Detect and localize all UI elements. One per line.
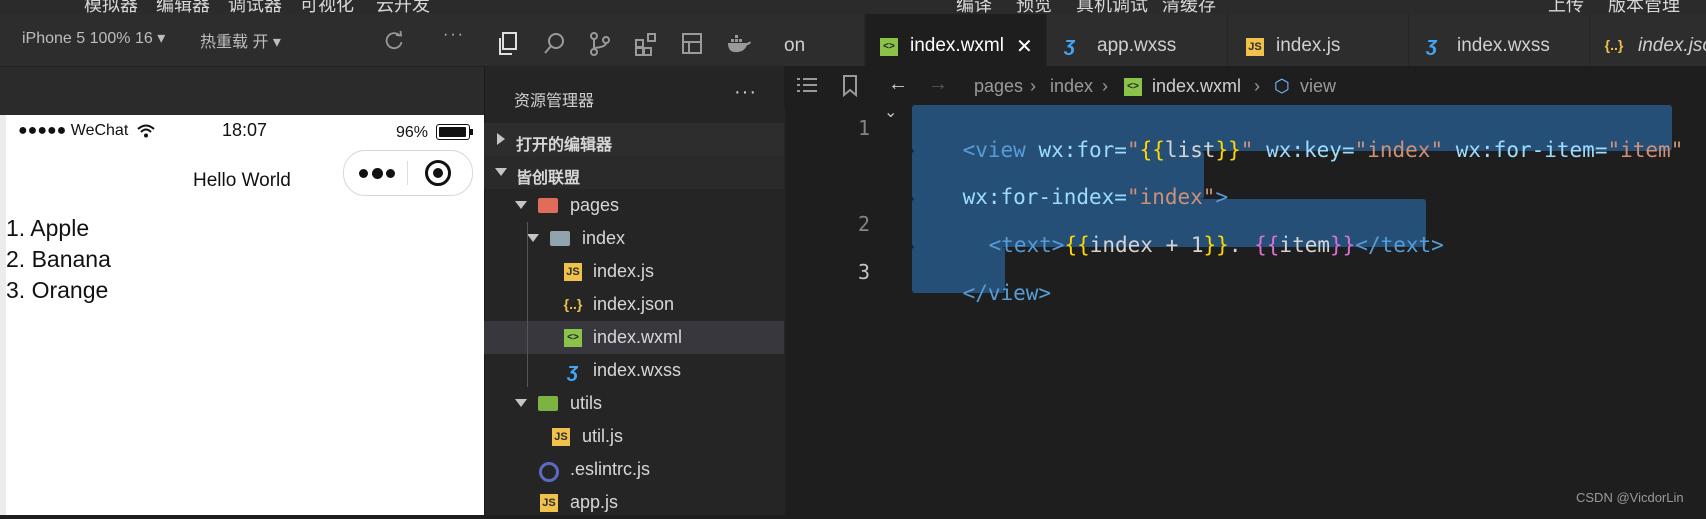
hot-reload-toggle[interactable]: 热重载 开 ▾	[200, 28, 281, 52]
tab-index-wxss[interactable]: ʒ index.wxss	[1409, 14, 1590, 66]
breadcrumb-index[interactable]: index	[1050, 76, 1093, 97]
tree-item-index-folder[interactable]: index	[484, 222, 784, 255]
eslint-file-icon	[539, 462, 559, 482]
signal-carrier: ●●●●● WeChat	[18, 122, 129, 139]
menu-debugger[interactable]: 调试器	[228, 0, 282, 14]
menu-compile[interactable]: 编译	[956, 0, 992, 14]
breadcrumb-pages[interactable]: pages	[974, 76, 1023, 97]
wxml-file-icon: <>	[880, 38, 898, 56]
css-file-icon: ʒ	[1064, 34, 1076, 56]
tab-index-wxml[interactable]: <> index.wxml ✕	[866, 14, 1047, 66]
tree-item-index-json[interactable]: {..} index.json	[484, 288, 784, 321]
layout-icon[interactable]	[680, 31, 704, 57]
status-time: 18:07	[222, 120, 268, 140]
extensions-icon[interactable]	[634, 31, 658, 57]
bookmark-icon[interactable]	[842, 75, 858, 97]
list-item: 2. Banana	[6, 246, 111, 272]
tree-item-utils[interactable]: utils	[484, 387, 784, 420]
forward-arrow-icon[interactable]: →	[928, 73, 948, 96]
phone-screen: ●●●●● WeChat 18:07 96% Hello World 1. Ap…	[6, 115, 484, 515]
explorer-title: 资源管理器	[514, 93, 595, 110]
activity-bar	[484, 14, 784, 66]
breadcrumb: ← → pages › index › <> index.wxml › ⬡ vi…	[784, 66, 1706, 108]
outline-list-icon[interactable]	[796, 77, 818, 95]
menu-version[interactable]: 版本管理	[1608, 0, 1680, 14]
explorer-more-icon[interactable]: ···	[734, 81, 757, 104]
css-file-icon: ʒ	[1426, 34, 1438, 56]
search-icon[interactable]	[542, 31, 566, 57]
json-file-icon: {..}	[1604, 37, 1624, 53]
simulator-toolbar: iPhone 5 100% 16 ▾ 热重载 开 ▾ ···	[0, 14, 484, 67]
section-open-editors[interactable]: 打开的编辑器	[484, 123, 784, 156]
folder-icon	[538, 198, 558, 213]
wxml-file-icon: <>	[1124, 78, 1142, 96]
tab-app-wxss[interactable]: ʒ app.wxss	[1047, 14, 1228, 66]
fold-chevron-icon[interactable]: ⌄	[884, 102, 897, 122]
nav-title: Hello World	[193, 170, 291, 191]
source-control-icon[interactable]	[588, 31, 612, 57]
menu-cloud[interactable]: 云开发	[376, 0, 430, 14]
explorer-files-icon[interactable]	[496, 31, 520, 57]
tree-item-index-js[interactable]: JS index.js	[484, 255, 784, 288]
css-file-icon: ʒ	[567, 360, 579, 382]
breadcrumb-symbol[interactable]: view	[1300, 76, 1336, 97]
battery-percent: 96%	[396, 124, 429, 141]
list-item: 3. Orange	[6, 277, 109, 303]
json-file-icon: {..}	[563, 296, 583, 312]
watermark: CSDN @VicdorLin	[1576, 490, 1684, 505]
breadcrumb-file[interactable]: index.wxml	[1152, 76, 1241, 97]
menu-preview[interactable]: 预览	[1016, 0, 1052, 14]
folder-icon	[538, 396, 558, 411]
tree-item-pages[interactable]: pages	[484, 189, 784, 222]
wifi-icon	[137, 124, 155, 138]
tree-item-util-js[interactable]: JS util.js	[484, 420, 784, 453]
menu-visual[interactable]: 可视化	[300, 0, 354, 14]
menu-editor[interactable]: 编辑器	[156, 0, 210, 14]
folder-icon	[550, 231, 570, 246]
more-icon[interactable]: ···	[443, 26, 465, 44]
line-number: 1	[858, 116, 871, 140]
tree-item-index-wxss[interactable]: ʒ index.wxss	[484, 354, 784, 387]
close-icon[interactable]: ✕	[1016, 34, 1033, 59]
menu-clear-cache[interactable]: 清缓存	[1162, 0, 1216, 14]
close-capsule-icon[interactable]	[425, 160, 451, 186]
section-project[interactable]: 皆创联盟	[484, 156, 784, 189]
back-arrow-icon[interactable]: ←	[888, 73, 908, 96]
cube-icon: ⬡	[1274, 76, 1290, 96]
line-number: 2	[858, 212, 871, 236]
js-file-icon: JS	[564, 263, 582, 281]
menu-simulator[interactable]: 模拟器	[84, 0, 138, 14]
tab-index-js[interactable]: JS index.js	[1228, 14, 1409, 66]
tree-item-eslintrc[interactable]: .eslintrc.js	[484, 453, 784, 486]
tab-json-partial[interactable]: on	[784, 14, 865, 66]
js-file-icon: JS	[540, 494, 558, 512]
tab-index-json[interactable]: {..} index.json	[1590, 14, 1706, 66]
top-menu-bar: 模拟器 编辑器 调试器 可视化 云开发 编译 预览 真机调试 清缓存 上传 版本…	[0, 0, 1706, 14]
tree-item-app-js[interactable]: JS app.js	[484, 486, 784, 519]
tree-item-index-wxml[interactable]: <> index.wxml	[484, 321, 784, 354]
line-number: 3	[858, 260, 871, 284]
js-file-icon: JS	[552, 428, 570, 446]
list-item: 1. Apple	[6, 215, 90, 241]
wxml-file-icon: <>	[564, 329, 582, 347]
js-file-icon: JS	[1246, 38, 1264, 56]
menu-remote-debug[interactable]: 真机调试	[1076, 0, 1148, 14]
more-dots-icon[interactable]	[359, 163, 395, 183]
device-select[interactable]: iPhone 5 100% 16 ▾	[22, 28, 165, 48]
menu-upload[interactable]: 上传	[1548, 0, 1584, 14]
capsule-menu[interactable]	[343, 150, 473, 196]
docker-icon[interactable]	[726, 33, 752, 55]
refresh-icon[interactable]	[383, 29, 405, 51]
code-line-3: </view>	[962, 281, 1052, 305]
battery-icon	[436, 124, 470, 140]
